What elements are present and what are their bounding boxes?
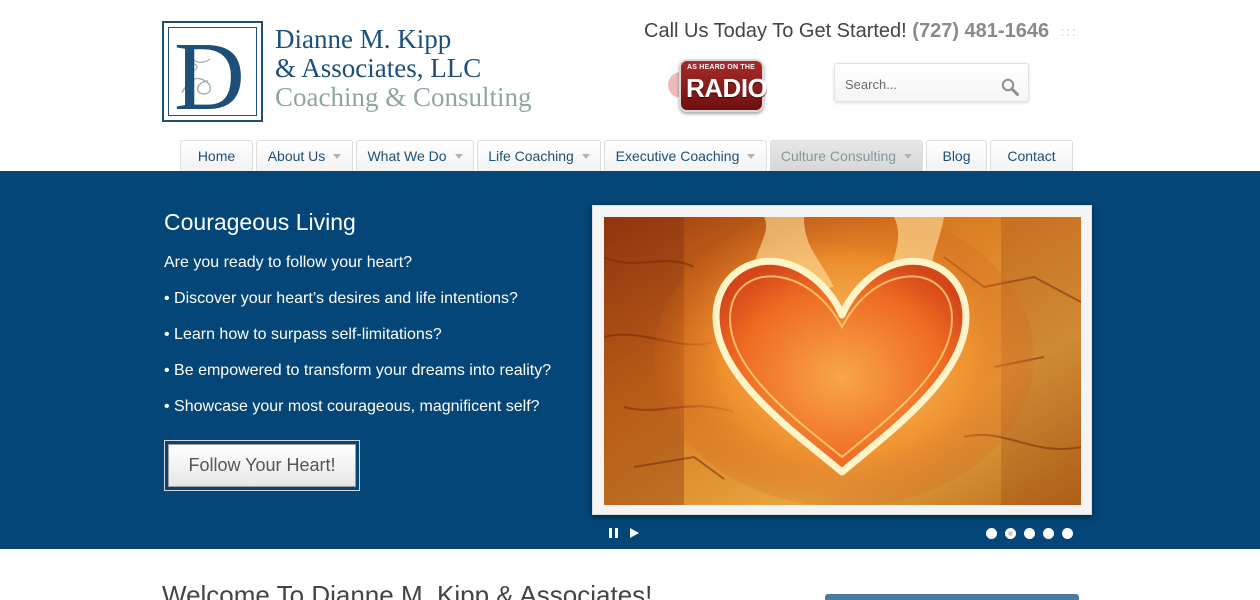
company-name-line2: & Associates, LLC: [275, 53, 482, 83]
nav-item-label: Contact: [1007, 148, 1056, 164]
slide-dot[interactable]: [1062, 528, 1073, 539]
nav-item-label: Culture Consulting: [780, 148, 897, 164]
hero-bullet: • Be empowered to transform your dreams …: [164, 362, 552, 379]
phone-number[interactable]: (727) 481-1646: [912, 20, 1049, 42]
hero-bullet: • Discover your heart’s desires and life…: [164, 290, 518, 307]
nav-item-label: Blog: [942, 148, 971, 164]
radio-badge[interactable]: AS HEARD ON THE RADIO: [668, 58, 768, 114]
site-logo[interactable]: D Dianne M. Kipp & Associates, LLC Coach…: [162, 21, 582, 122]
hero-title: Courageous Living: [164, 209, 356, 235]
play-icon[interactable]: [628, 527, 640, 539]
magnifier-icon[interactable]: [1000, 77, 1020, 97]
caret-down-icon: [581, 153, 590, 159]
slider-pagination: [986, 528, 1081, 539]
welcome-heading: Welcome To Dianne M. Kipp & Associates!: [162, 580, 653, 600]
radio-badge-caption: AS HEARD ON THE: [687, 64, 755, 71]
follow-your-heart-button[interactable]: Follow Your Heart!: [164, 440, 360, 491]
nav-item-culture-consulting[interactable]: Culture Consulting: [770, 140, 923, 171]
caret-down-icon: [904, 153, 913, 159]
search-input[interactable]: [845, 75, 995, 93]
monogram-d-icon: D: [174, 23, 245, 120]
slide-dot-active[interactable]: [1005, 528, 1016, 539]
nav-item-label: What We Do: [367, 148, 447, 164]
call-text: Call Us Today To Get Started!: [644, 20, 907, 42]
caret-down-icon: [333, 153, 342, 159]
decorative-dots: :::: [1060, 24, 1078, 40]
logo-monogram: D: [162, 21, 263, 122]
svg-text:D: D: [174, 23, 245, 120]
caret-down-icon: [747, 153, 756, 159]
nav-item-blog[interactable]: Blog: [926, 140, 987, 171]
hero-bullet: • Showcase your most courageous, magnifi…: [164, 398, 540, 415]
radio-badge-title: RADIO: [686, 73, 768, 103]
logo-wordmark: Dianne M. Kipp & Associates, LLC Coachin…: [275, 25, 532, 112]
hero-bullet: • Learn how to surpass self-limitations?: [164, 326, 442, 343]
pause-icon[interactable]: [608, 527, 620, 539]
slide-dot[interactable]: [986, 528, 997, 539]
main-navigation: Home About Us What We Do Life Coaching E…: [180, 140, 1073, 171]
cta-label: Follow Your Heart!: [168, 444, 356, 487]
company-tagline: Coaching & Consulting: [275, 82, 532, 112]
nav-item-label: About Us: [267, 148, 326, 164]
slideshow-frame: [592, 205, 1092, 515]
as-heard-on-radio-badge[interactable]: AS HEARD ON THE RADIO: [679, 59, 768, 112]
call-to-action-bar: Call Us Today To Get Started! (727) 481-…: [644, 20, 1077, 43]
company-name-line1: Dianne M. Kipp: [275, 24, 452, 54]
hero-bullet-list: • Discover your heart’s desires and life…: [164, 290, 551, 434]
hero-banner: Courageous Living Are you ready to follo…: [0, 171, 1260, 549]
nav-item-label: Home: [197, 148, 236, 164]
nav-item-label: Executive Coaching: [615, 148, 740, 164]
slide-dot[interactable]: [1043, 528, 1054, 539]
hero-intro: Are you ready to follow your heart?: [164, 254, 413, 271]
slide-dot[interactable]: [1024, 528, 1035, 539]
nav-item-contact[interactable]: Contact: [990, 140, 1073, 171]
flaming-heart-image: [604, 217, 1081, 505]
nav-item-life-coaching[interactable]: Life Coaching: [477, 140, 601, 171]
search-box: [834, 63, 1029, 102]
nav-item-executive-coaching[interactable]: Executive Coaching: [604, 140, 767, 171]
sidebar-widget-header: [825, 594, 1079, 600]
nav-item-about-us[interactable]: About Us: [256, 140, 353, 171]
caret-down-icon: [454, 153, 463, 159]
nav-item-home[interactable]: Home: [180, 140, 253, 171]
nav-item-label: Life Coaching: [488, 148, 574, 164]
nav-item-what-we-do[interactable]: What We Do: [356, 140, 474, 171]
